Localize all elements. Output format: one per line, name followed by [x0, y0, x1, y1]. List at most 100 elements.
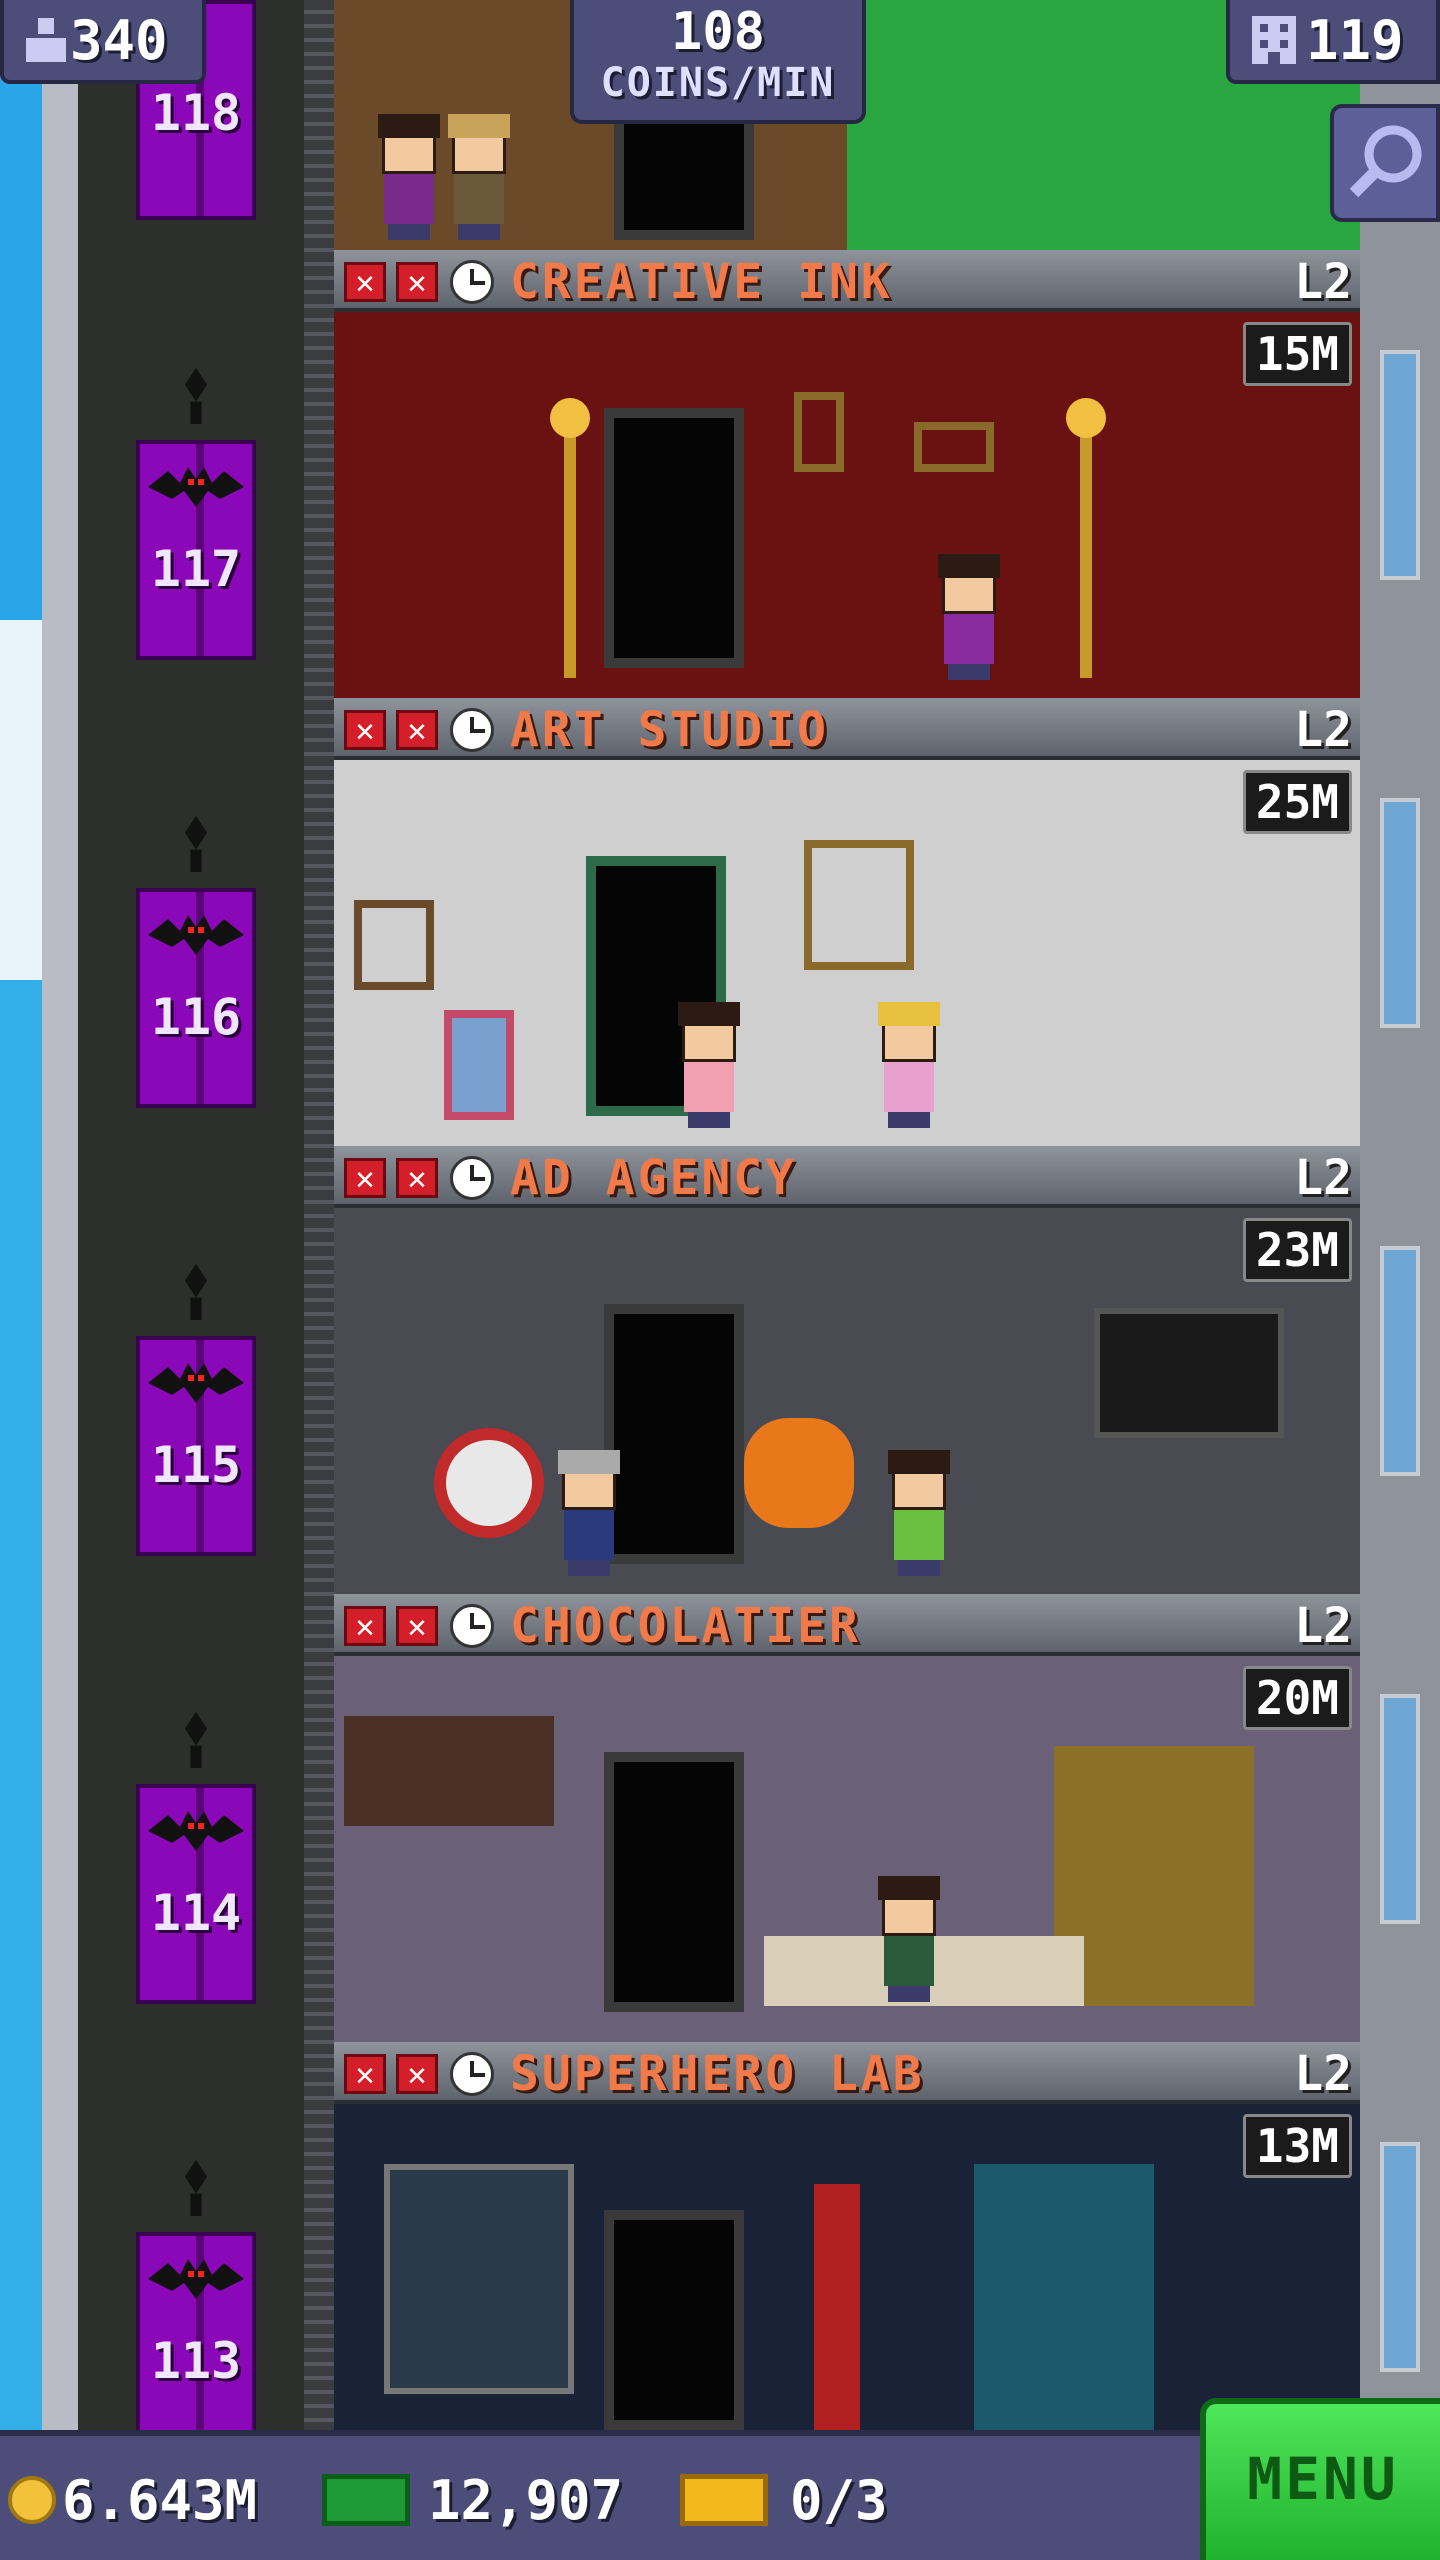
- worker: [934, 554, 1004, 680]
- ornament-icon: [184, 816, 208, 872]
- unstocked-x-icon: ✕: [396, 2054, 438, 2094]
- floor-name: ART STUDIO: [510, 702, 829, 758]
- unstocked-x-icon: ✕: [396, 1158, 438, 1198]
- egg-chair: [434, 1428, 544, 1538]
- chocolate-vat: [1054, 1746, 1254, 2006]
- worker: [884, 1450, 954, 1576]
- coins-value: 6.643M: [62, 2468, 258, 2532]
- floor-level: L2: [1294, 1150, 1352, 1206]
- elevator-floor-number: 113: [150, 2332, 242, 2390]
- tower-left-wall: [42, 0, 78, 2450]
- bat-icon: [148, 2259, 244, 2299]
- unstocked-x-icon: ✕: [344, 710, 386, 750]
- coins-per-min: 108 COINS/MIN: [570, 0, 866, 124]
- population-counter[interactable]: 340: [0, 0, 206, 84]
- population-value: 340: [70, 8, 168, 72]
- unstocked-x-icon: ✕: [344, 2054, 386, 2094]
- floor-level: L2: [1294, 2046, 1352, 2102]
- unstocked-x-icon: ✕: [344, 1606, 386, 1646]
- tickets-display: 0/3: [680, 2468, 888, 2532]
- floor-name: SUPERHERO LAB: [510, 2046, 925, 2102]
- floor-lamp: [1066, 398, 1106, 678]
- bat-icon: [148, 915, 244, 955]
- floors-counter[interactable]: 119: [1226, 0, 1440, 84]
- room-door: [604, 1304, 744, 1564]
- hero-blueprint: [384, 2164, 574, 2394]
- bat-icon: [148, 1363, 244, 1403]
- room-door: [604, 2210, 744, 2430]
- elevator-car-117[interactable]: 117: [136, 440, 256, 660]
- floor-name: CREATIVE INK: [510, 254, 893, 310]
- ornament-icon: [184, 368, 208, 424]
- floor-header: ✕ ✕ CHOCOLATIER L2: [334, 1594, 1360, 1656]
- room-chocolatier: 20M: [334, 1656, 1360, 2042]
- coins-per-min-value: 108: [671, 2, 765, 62]
- worker: [674, 1002, 744, 1128]
- tickets-value: 0/3: [790, 2468, 888, 2532]
- floor-creative-ink[interactable]: ✕ ✕ CREATIVE INK L2 15M: [334, 250, 1360, 698]
- elevator-floor-number: 116: [150, 988, 242, 1046]
- unstocked-x-icon: ✕: [396, 710, 438, 750]
- floor-header: ✕ ✕ CREATIVE INK L2: [334, 250, 1360, 312]
- restock-timer[interactable]: 23M: [1242, 1218, 1352, 1282]
- room-creative-ink: 15M: [334, 312, 1360, 698]
- clock-icon: [450, 2052, 494, 2096]
- clock-icon: [450, 1604, 494, 1648]
- wall-frame: [794, 392, 844, 472]
- elevator-car-115[interactable]: 115: [136, 1336, 256, 1556]
- clock-icon: [450, 708, 494, 752]
- bux-value: 12,907: [428, 2468, 624, 2532]
- coin-icon: [8, 2476, 56, 2524]
- room-ad-agency: 23M: [334, 1208, 1360, 1594]
- restock-timer[interactable]: 15M: [1242, 322, 1352, 386]
- wall-frame: [914, 422, 994, 472]
- clock-icon: [450, 260, 494, 304]
- elevator-car-114[interactable]: 114: [136, 1784, 256, 2004]
- bux-icon: [322, 2474, 410, 2526]
- elevator-floor-number: 117: [150, 540, 242, 598]
- room-superhero-lab: 13M: [334, 2104, 1360, 2430]
- search-button[interactable]: [1330, 104, 1440, 222]
- coins-display: 6.643M: [8, 2468, 258, 2532]
- floor-name: CHOCOLATIER: [510, 1598, 861, 1654]
- worker: [874, 1876, 944, 2002]
- ornament-icon: [184, 1264, 208, 1320]
- coins-per-min-label: COINS/MIN: [600, 60, 836, 106]
- worker: [874, 1002, 944, 1128]
- floor-header: ✕ ✕ AD AGENCY L2: [334, 1146, 1360, 1208]
- menu-button[interactable]: MENU: [1200, 2398, 1440, 2560]
- restock-timer[interactable]: 25M: [1242, 770, 1352, 834]
- top-hud: 340 108 COINS/MIN 119: [0, 0, 1440, 240]
- chocolate-shelf: [344, 1716, 554, 1826]
- elevator-rail: [304, 0, 334, 2450]
- elevator-car-113[interactable]: 113: [136, 2232, 256, 2452]
- population-icon: [26, 18, 66, 62]
- restock-timer[interactable]: 20M: [1242, 1666, 1352, 1730]
- floor-ad-agency[interactable]: ✕ ✕ AD AGENCY L2 23M: [334, 1146, 1360, 1594]
- ornament-icon: [184, 2160, 208, 2216]
- room-door: [604, 1752, 744, 2012]
- elevator-car-116[interactable]: 116: [136, 888, 256, 1108]
- wall-frame: [354, 900, 434, 990]
- floor-name: AD AGENCY: [510, 1150, 798, 1206]
- floor-level: L2: [1294, 1598, 1352, 1654]
- floor-header: ✕ ✕ SUPERHERO LAB L2: [334, 2042, 1360, 2104]
- worker: [554, 1450, 624, 1576]
- tower-window: [1380, 2142, 1420, 2372]
- floor-header: ✕ ✕ ART STUDIO L2: [334, 698, 1360, 760]
- pumpkin-decoration: [744, 1418, 854, 1528]
- tower-window: [1380, 1694, 1420, 1924]
- unstocked-x-icon: ✕: [344, 1158, 386, 1198]
- restock-timer[interactable]: 13M: [1242, 2114, 1352, 2178]
- containment-pod: [974, 2164, 1154, 2430]
- clock-icon: [450, 1156, 494, 1200]
- floors-value: 119: [1306, 8, 1404, 72]
- floor-chocolatier[interactable]: ✕ ✕ CHOCOLATIER L2 20M: [334, 1594, 1360, 2042]
- floor-art-studio[interactable]: ✕ ✕ ART STUDIO L2 25M: [334, 698, 1360, 1146]
- floor-lamp: [550, 398, 590, 678]
- unstocked-x-icon: ✕: [344, 262, 386, 302]
- dna-tube: [814, 2184, 860, 2430]
- floor-superhero-lab[interactable]: ✕ ✕ SUPERHERO LAB L2 13M: [334, 2042, 1360, 2430]
- unstocked-x-icon: ✕: [396, 1606, 438, 1646]
- sky-cloud: [0, 620, 42, 980]
